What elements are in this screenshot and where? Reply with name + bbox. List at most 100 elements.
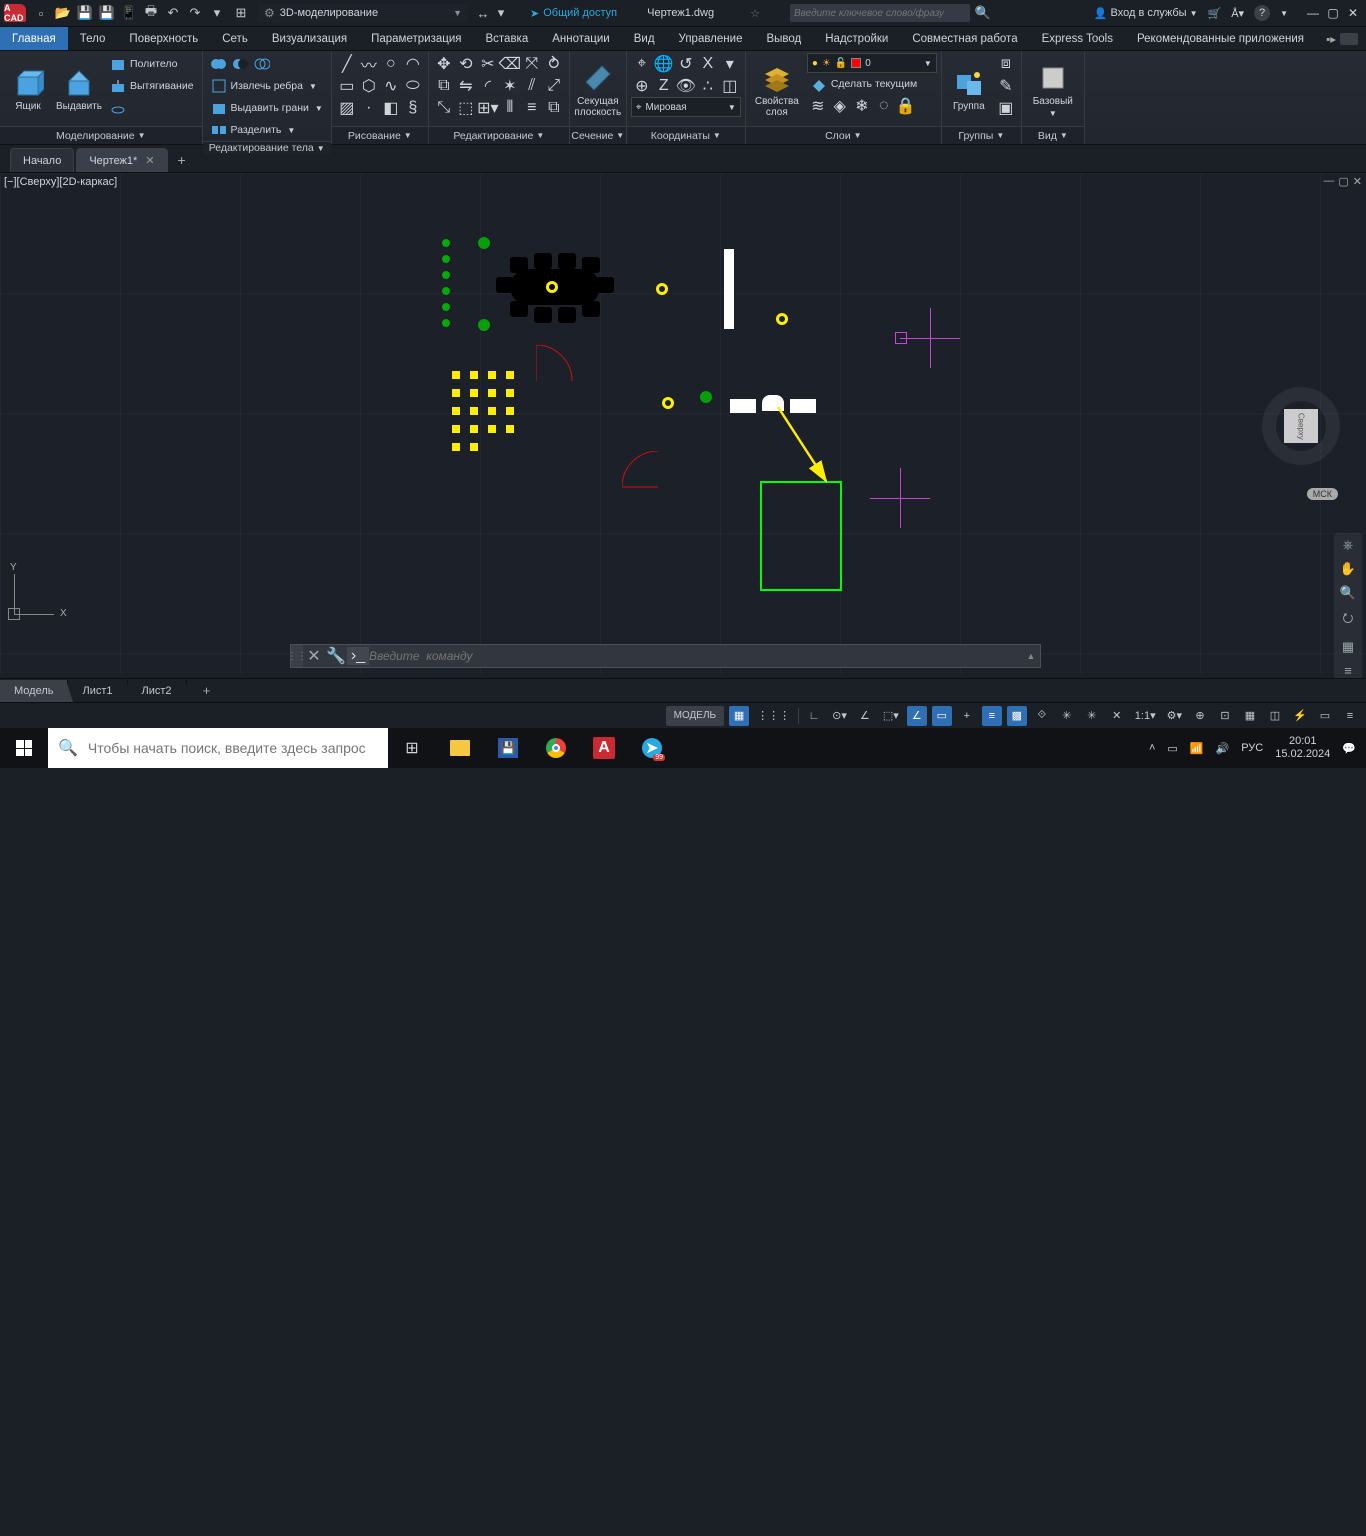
scale-icon[interactable]: ⬚ [455, 97, 477, 119]
filter-toggle[interactable]: ✳ [1082, 706, 1102, 726]
ucs-named-icon[interactable]: ▾ [719, 53, 741, 75]
app-logo[interactable]: A CAD [4, 4, 26, 22]
status-model-button[interactable]: МОДЕЛЬ [666, 706, 724, 726]
align-icon[interactable]: ≡ [521, 97, 543, 119]
box-button[interactable]: Ящик [4, 53, 52, 126]
ucs-icon[interactable]: ⌖ [631, 53, 653, 75]
clean-screen[interactable]: ▭ [1315, 706, 1335, 726]
telegram-icon[interactable]: ➤99 [628, 728, 676, 768]
ellipse-icon[interactable]: ⬭ [402, 75, 424, 97]
viewcube[interactable]: Сверху [1256, 381, 1346, 471]
anno-monitor[interactable]: ⊕ [1190, 706, 1210, 726]
share-button[interactable]: ➤ Общий доступ [530, 7, 617, 20]
group-button[interactable]: Группа [946, 53, 992, 126]
make-current-button[interactable]: Сделать текущим [807, 73, 937, 95]
ucs-combo[interactable]: ⌖ Мировая ▼ [631, 97, 741, 117]
ucs-origin-icon[interactable]: ⊕ [631, 75, 653, 97]
tray-expand-icon[interactable]: ˄ [1149, 742, 1155, 754]
start-button[interactable] [0, 728, 48, 768]
ucs-z-icon[interactable]: Z [653, 75, 675, 97]
units-toggle[interactable]: ⊡ [1215, 706, 1235, 726]
tab-annotate[interactable]: Аннотации [540, 27, 621, 50]
copy-icon[interactable]: ⧉ [433, 75, 455, 97]
panel-title-draw[interactable]: Рисование▼ [332, 126, 428, 144]
panel-title-modeling[interactable]: Моделирование▼ [0, 126, 202, 144]
help-icon[interactable]: ? [1254, 5, 1270, 21]
zoom-icon[interactable]: 🔍 [1340, 585, 1356, 601]
point-icon[interactable]: · [358, 97, 380, 119]
close-icon[interactable]: ✕ [145, 154, 154, 167]
task-view-icon[interactable]: ⊞ [388, 728, 436, 768]
layout-toggle-icon[interactable]: ⊞ [232, 4, 250, 22]
open-icon[interactable]: 📂 [54, 4, 72, 22]
command-line[interactable]: ⋮⋮ ✕ 🔧 ›_ ▲ [290, 644, 1041, 668]
redo-icon[interactable]: ↷ [186, 4, 204, 22]
explorer-icon[interactable] [436, 728, 484, 768]
tab-express[interactable]: Express Tools [1030, 27, 1125, 50]
panel-title-modify[interactable]: Редактирование▼ [429, 126, 569, 144]
minimize-button[interactable]: — [1306, 6, 1320, 20]
3drotate-icon[interactable]: ⥁ [543, 53, 565, 75]
sync-left-icon[interactable]: ↔ [474, 4, 492, 22]
tab-solid[interactable]: Тело [68, 27, 118, 50]
arc-icon[interactable]: ◠ [402, 53, 424, 75]
section-plane-button[interactable]: Секущая плоскость [574, 53, 622, 126]
autocad-app-icon[interactable]: A [580, 728, 628, 768]
search-icon[interactable]: 🔍 [974, 4, 992, 22]
workspace-selector[interactable]: ⚙ 3D-моделирование ▼ [258, 4, 468, 22]
union-icon[interactable] [207, 53, 229, 75]
save-icon[interactable]: 💾 [76, 4, 94, 22]
separate-button[interactable]: Разделить▼ [207, 119, 327, 141]
layout-sheet2[interactable]: Лист2 [128, 680, 187, 702]
panel-title-section[interactable]: Сечение▼ [570, 126, 626, 144]
stretch-icon[interactable]: ⤡ [433, 97, 455, 119]
extrude-button[interactable]: Выдавить [55, 53, 103, 126]
battery-icon[interactable]: ▭ [1167, 742, 1177, 755]
wcs-badge[interactable]: МСК [1307, 488, 1338, 500]
explode-icon[interactable]: ✶ [499, 75, 521, 97]
orbit-icon[interactable]: ⭮ [1343, 609, 1354, 631]
trim-icon[interactable]: ✂ [477, 53, 499, 75]
offset-icon[interactable]: ⫴ [499, 97, 521, 119]
anno-scale[interactable]: 1:1▾ [1132, 706, 1159, 726]
group-bbox-icon[interactable]: ▣ [995, 97, 1017, 119]
3dscale-icon[interactable]: ⤢ [543, 75, 565, 97]
line-icon[interactable]: ╱ [336, 53, 358, 75]
rect-icon[interactable]: ▭ [336, 75, 358, 97]
wrench-icon[interactable]: 🔧 [325, 646, 347, 666]
tab-addins[interactable]: Надстройки [813, 27, 900, 50]
help-search[interactable] [790, 4, 970, 22]
erase-icon[interactable]: ⌫ [499, 53, 521, 75]
presspull-button[interactable]: Вытягивание [106, 75, 198, 97]
rotate-icon[interactable]: ⟲ [455, 53, 477, 75]
cycling-toggle[interactable]: ⟐ [1032, 706, 1052, 726]
panel-title-view[interactable]: Вид▼ [1022, 126, 1084, 144]
chrome-icon[interactable] [532, 728, 580, 768]
snap-toggle[interactable]: ⋮⋮⋮ [754, 706, 793, 726]
tab-parametric[interactable]: Параметризация [359, 27, 473, 50]
wifi-icon[interactable]: 📶 [1190, 742, 1204, 755]
pline-icon[interactable]: 〰 [358, 53, 380, 75]
lineweight-toggle[interactable]: ≡ [982, 706, 1002, 726]
region-icon[interactable]: ◧ [380, 97, 402, 119]
ucs-world-icon[interactable]: 🌐 [653, 53, 675, 75]
panel-title-coords[interactable]: Координаты▼ [627, 126, 745, 144]
clock[interactable]: 20:01 15.02.2024 [1275, 735, 1330, 761]
fillet-icon[interactable]: ◜ [477, 75, 499, 97]
layer-iso-icon[interactable]: ◈ [829, 95, 851, 117]
taskbar-search-input[interactable] [88, 740, 378, 756]
dynucs-toggle[interactable]: ▭ [932, 706, 952, 726]
new-icon[interactable]: ▫ [32, 4, 50, 22]
spline-icon[interactable]: ∿ [380, 75, 402, 97]
close-button[interactable]: ✕ [1346, 6, 1360, 20]
polygon-icon[interactable]: ⬡ [358, 75, 380, 97]
3dalign-icon[interactable]: ⫽ [521, 75, 543, 97]
circle-icon[interactable]: ○ [380, 53, 402, 75]
quickprops-toggle[interactable]: ▦ [1240, 706, 1260, 726]
tab-featured[interactable]: Рекомендованные приложения [1125, 27, 1316, 50]
grip-icon[interactable]: ⋮⋮ [291, 645, 303, 667]
customize-status[interactable]: ≡ [1340, 706, 1360, 726]
osnap-toggle[interactable]: ⬚▾ [880, 706, 902, 726]
extrude-faces-button[interactable]: Выдавить грани▼ [207, 97, 327, 119]
nav-more-icon[interactable]: ≡ [1344, 663, 1352, 678]
